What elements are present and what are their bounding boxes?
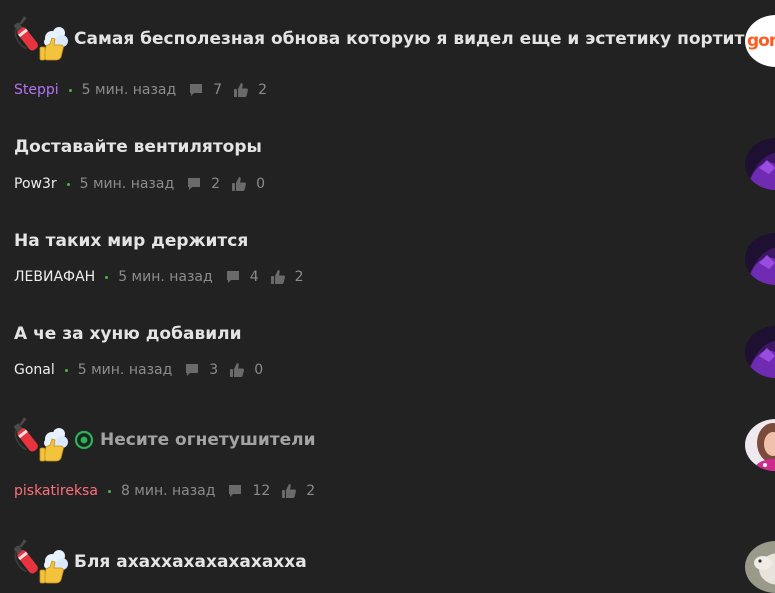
comment-title[interactable]: Самая бесполезная обнова которую я видел… (74, 29, 744, 49)
comment-meta: Pow3r 5 мин. назад 2 0 (14, 176, 265, 192)
avatar[interactable]: gom (745, 15, 775, 67)
comment-title-line: А че за хуню добавили (14, 324, 241, 344)
comments-count[interactable]: 7 (188, 82, 222, 98)
avatar[interactable] (745, 233, 775, 285)
avatar[interactable] (745, 326, 775, 378)
separator-dot (68, 88, 72, 92)
avatar-logo-text: gom (747, 31, 775, 51)
comment-icon (186, 176, 202, 192)
thumbs-up-icon (233, 82, 249, 98)
comments-count[interactable]: 3 (184, 362, 218, 378)
likes-count-value: 2 (258, 82, 268, 98)
fire-extinguisher-icon (12, 539, 74, 585)
comment-time: 8 мин. назад (120, 483, 216, 499)
likes-count[interactable]: 0 (229, 362, 263, 378)
comment-item[interactable]: Доставайте вентиляторы Pow3r 5 мин. наза… (0, 120, 775, 213)
likes-count-value: 0 (256, 176, 265, 192)
likes-count-value: 0 (254, 362, 264, 378)
comment-title[interactable]: Доставайте вентиляторы (14, 137, 262, 157)
comment-meta: ЛЕВИАФАН 5 мин. назад 4 2 (14, 269, 304, 285)
likes-count[interactable]: 2 (270, 269, 304, 285)
comments-count-value: 3 (209, 362, 219, 378)
comment-title[interactable]: А че за хуню добавили (14, 324, 241, 344)
comment-item[interactable]: Самая бесполезная обнова которую я видел… (0, 0, 775, 120)
comment-title[interactable]: Бля ахаххахахахахахха (74, 552, 307, 572)
comment-title[interactable]: На таких мир держится (14, 231, 248, 251)
comment-title-line: Бля ахаххахахахахахха (14, 539, 307, 585)
comments-count[interactable]: 2 (186, 176, 220, 192)
comment-author[interactable]: Pow3r (14, 176, 57, 192)
comment-icon (227, 483, 243, 499)
comment-icon (184, 362, 200, 378)
thumbs-up-icon (231, 176, 247, 192)
separator-dot (66, 182, 70, 186)
comment-item[interactable]: Бля ахаххахахахахахха (0, 521, 775, 593)
comment-time: 5 мин. назад (81, 82, 177, 98)
comment-time: 5 мин. назад (118, 269, 213, 285)
fire-extinguisher-icon (12, 16, 74, 62)
comment-title-line: Доставайте вентиляторы (14, 137, 262, 157)
separator-dot (107, 489, 111, 493)
comment-meta: Steppi 5 мин. назад 7 2 (14, 82, 267, 98)
thumbs-up-icon (229, 362, 245, 378)
comment-time: 5 мин. назад (79, 176, 175, 192)
likes-count[interactable]: 0 (231, 176, 265, 192)
likes-count-value: 2 (294, 269, 304, 285)
comments-count-value: 4 (249, 269, 259, 285)
comment-time: 5 мин. назад (77, 362, 173, 378)
separator-dot (64, 368, 68, 372)
green-target-icon (74, 430, 94, 450)
likes-count[interactable]: 2 (233, 82, 267, 98)
comment-title-line: Несите огнетушители (14, 417, 316, 463)
comment-icon (188, 82, 204, 98)
comment-item[interactable]: А че за хуню добавили Gonal 5 мин. назад… (0, 306, 775, 399)
comment-icon (225, 269, 241, 285)
thumbs-up-icon (281, 483, 297, 499)
comment-title-line: Самая бесполезная обнова которую я видел… (14, 16, 744, 62)
comments-count[interactable]: 12 (227, 483, 270, 499)
separator-dot (105, 275, 109, 279)
fire-extinguisher-icon (12, 417, 74, 463)
comment-meta: piskatireksa 8 мин. назад 12 2 (14, 483, 315, 499)
comments-count-value: 2 (211, 176, 221, 192)
avatar[interactable] (745, 541, 775, 593)
thumbs-up-icon (270, 269, 286, 285)
comment-meta: Gonal 5 мин. назад 3 0 (14, 362, 263, 378)
comment-author[interactable]: piskatireksa (14, 483, 98, 499)
likes-count-value: 2 (306, 483, 316, 499)
comment-title-line: На таких мир держится (14, 231, 248, 251)
comment-author[interactable]: Gonal (14, 362, 55, 378)
comments-count-value: 12 (252, 483, 271, 499)
avatar[interactable] (745, 138, 775, 190)
comment-author[interactable]: ЛЕВИАФАН (14, 269, 95, 285)
avatar[interactable] (745, 419, 775, 471)
comment-title[interactable]: Несите огнетушители (100, 430, 316, 450)
comments-count[interactable]: 4 (225, 269, 259, 285)
comment-item[interactable]: Несите огнетушители piskatireksa 8 мин. … (0, 399, 775, 521)
comment-author[interactable]: Steppi (14, 82, 59, 98)
comment-item[interactable]: На таких мир держится ЛЕВИАФАН 5 мин. на… (0, 213, 775, 306)
likes-count[interactable]: 2 (281, 483, 315, 499)
comments-count-value: 7 (213, 82, 223, 98)
